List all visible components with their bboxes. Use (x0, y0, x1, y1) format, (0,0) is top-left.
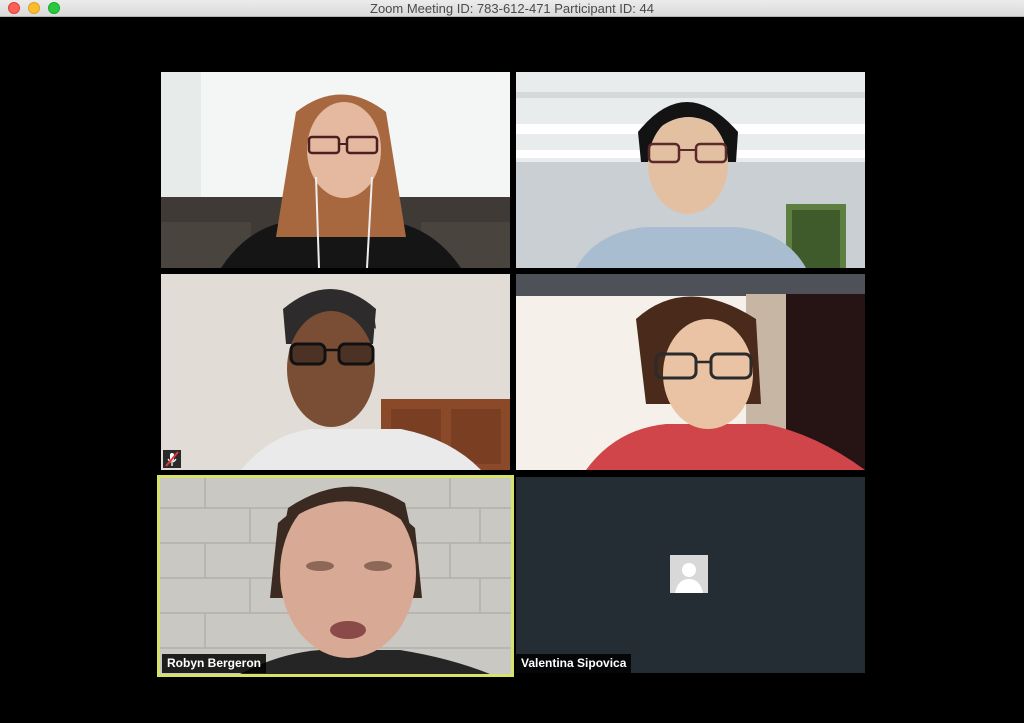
video-tile-participant-2[interactable] (516, 72, 865, 268)
participant-name-label: Robyn Bergeron (162, 654, 267, 673)
zoom-window: Zoom Meeting ID: 783-612-471 Participant… (0, 0, 1024, 723)
video-tile-participant-4[interactable] (516, 274, 865, 470)
avatar-placeholder-icon (670, 555, 708, 593)
video-tile-participant-3[interactable] (161, 274, 510, 470)
participant-4-video (516, 274, 865, 470)
participant-name-label: Valentina Sipovica (516, 654, 632, 673)
participant-3-video (161, 274, 510, 470)
title-bar: Zoom Meeting ID: 783-612-471 Participant… (0, 0, 1024, 17)
window-title: Zoom Meeting ID: 783-612-471 Participant… (370, 1, 654, 16)
video-tile-active-speaker[interactable]: Robyn Bergeron (157, 475, 514, 677)
video-tile-participant-1[interactable] (161, 72, 510, 268)
participant-5-video (160, 478, 511, 674)
muted-microphone-icon (163, 450, 181, 468)
video-tile-video-off[interactable]: Valentina Sipovica (516, 477, 865, 673)
participant-2-video (516, 72, 865, 268)
participant-1-video (161, 72, 510, 268)
